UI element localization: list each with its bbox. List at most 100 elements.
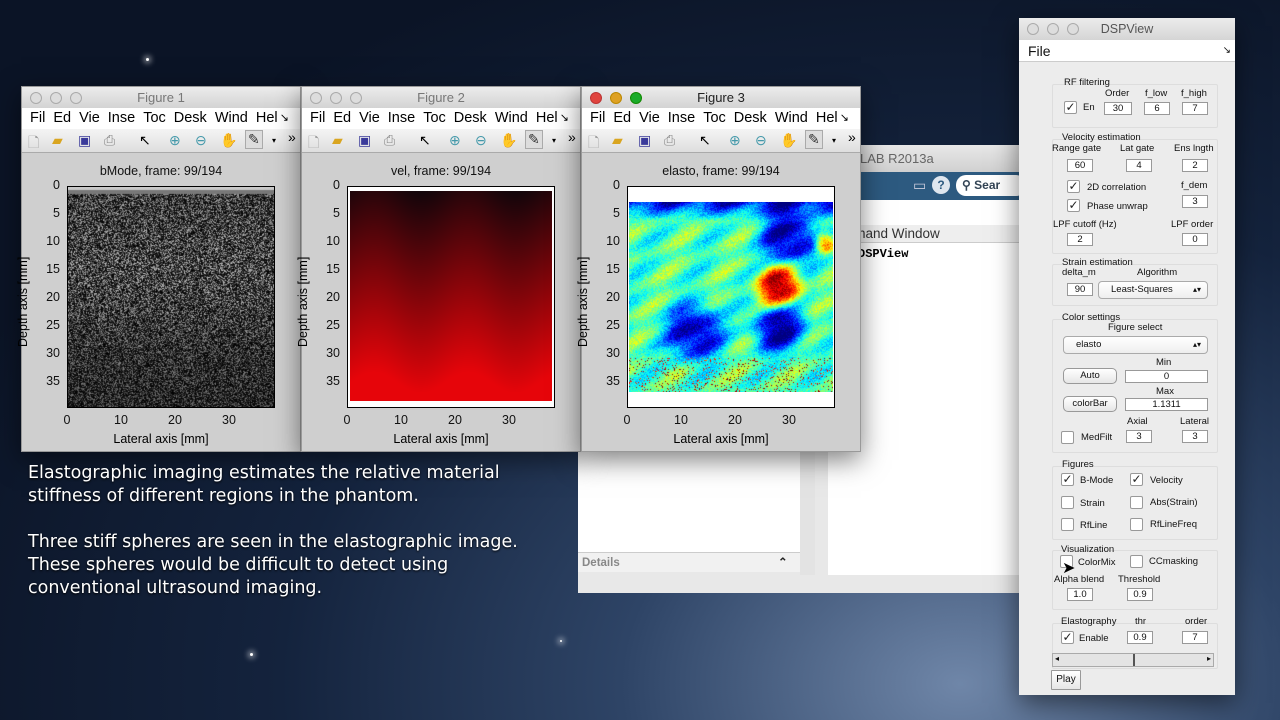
delta-m-input[interactable]: 90 [1067, 283, 1093, 296]
overflow-arrow-icon[interactable]: ↘ [280, 108, 289, 129]
figure-titlebar[interactable]: Figure 1 [22, 87, 300, 108]
menu-item[interactable]: Wind [215, 110, 248, 126]
algorithm-select[interactable]: Least-Squares ▴▾ [1098, 281, 1208, 299]
menu-item[interactable]: Vie [79, 110, 100, 126]
new-figure-icon[interactable]: 🗋 [308, 132, 319, 156]
lateral-input[interactable]: 3 [1182, 430, 1208, 443]
range-gate-input[interactable]: 60 [1067, 159, 1093, 172]
rflinefreq-checkbox[interactable] [1130, 518, 1143, 531]
pointer-icon[interactable]: ↖ [419, 132, 431, 149]
menu-item[interactable]: Ed [53, 110, 71, 126]
thr-input[interactable]: 0.9 [1127, 631, 1153, 644]
menu-item[interactable]: Ed [613, 110, 631, 126]
menu-item[interactable]: Desk [734, 110, 767, 126]
axial-input[interactable]: 3 [1126, 430, 1152, 443]
chevron-up-icon[interactable]: ⌃ [778, 553, 788, 573]
menu-item[interactable]: Fil [310, 110, 325, 126]
lat-gate-input[interactable]: 4 [1126, 159, 1152, 172]
pan-hand-icon[interactable]: ✋ [220, 132, 237, 149]
zoom-in-icon[interactable]: ⊕ [449, 132, 461, 149]
menu-item[interactable]: Vie [359, 110, 380, 126]
zoom-button[interactable] [350, 92, 362, 104]
close-button[interactable] [310, 92, 322, 104]
plot-axes[interactable] [627, 186, 835, 408]
strain-checkbox[interactable] [1061, 496, 1074, 509]
dropdown-arrow-icon[interactable]: ▾ [832, 136, 836, 145]
f-low-input[interactable]: 6 [1144, 102, 1170, 115]
zoom-button[interactable] [630, 92, 642, 104]
dspview-titlebar[interactable]: DSPView [1019, 18, 1235, 40]
slider-thumb[interactable] [1133, 654, 1135, 666]
print-icon[interactable]: ⎙ [664, 132, 675, 149]
save-icon[interactable]: ▣ [78, 132, 91, 149]
pan-hand-icon[interactable]: ✋ [780, 132, 797, 149]
save-icon[interactable]: ▣ [358, 132, 371, 149]
figure-titlebar[interactable]: Figure 3 [582, 87, 860, 108]
more-icon[interactable]: » [568, 129, 576, 145]
pointer-icon[interactable]: ↖ [699, 132, 711, 149]
close-button[interactable] [590, 92, 602, 104]
new-figure-icon[interactable]: 🗋 [588, 132, 599, 156]
menu-file[interactable]: File [1028, 43, 1051, 59]
overflow-arrow-icon[interactable]: ↘ [1223, 40, 1231, 62]
bmode-checkbox[interactable]: ✓ [1061, 473, 1074, 486]
threshold-input[interactable]: 0.9 [1127, 588, 1153, 601]
zoom-out-icon[interactable]: ⊖ [475, 132, 487, 149]
menu-item[interactable]: Ed [333, 110, 351, 126]
plot-axes[interactable] [67, 186, 275, 408]
auto-button[interactable]: Auto [1063, 368, 1117, 384]
pan-hand-icon[interactable]: ✋ [500, 132, 517, 149]
rf-order-input[interactable]: 30 [1104, 102, 1132, 115]
more-icon[interactable]: » [288, 129, 296, 145]
menu-item[interactable]: Toc [423, 110, 446, 126]
menu-item[interactable]: Fil [30, 110, 45, 126]
phase-unwrap-checkbox[interactable]: ✓ [1067, 199, 1080, 212]
open-icon[interactable]: ▰ [52, 132, 63, 149]
close-button[interactable] [1027, 23, 1039, 35]
menu-item[interactable]: Desk [174, 110, 207, 126]
menu-item[interactable]: Fil [590, 110, 605, 126]
menu-item[interactable]: Toc [143, 110, 166, 126]
open-icon[interactable]: ▰ [612, 132, 623, 149]
play-button[interactable]: Play [1051, 670, 1081, 690]
menu-item[interactable]: Inse [388, 110, 415, 126]
zoom-in-icon[interactable]: ⊕ [169, 132, 181, 149]
help-icon[interactable]: ? [932, 176, 950, 194]
min-input[interactable]: 0 [1125, 370, 1208, 383]
window-icon[interactable]: ▭ [913, 177, 926, 194]
brush-icon[interactable]: ✎ [525, 130, 543, 149]
lpf-order-input[interactable]: 0 [1182, 233, 1208, 246]
elasto-order-input[interactable]: 7 [1182, 631, 1208, 644]
alpha-blend-input[interactable]: 1.0 [1067, 588, 1093, 601]
plot-axes[interactable] [347, 186, 555, 408]
new-figure-icon[interactable]: 🗋 [28, 132, 39, 156]
menu-item[interactable]: Inse [668, 110, 695, 126]
f-dem-input[interactable]: 3 [1182, 195, 1208, 208]
search-box[interactable]: ⚲ Sear [956, 175, 1026, 196]
zoom-out-icon[interactable]: ⊖ [755, 132, 767, 149]
minimize-button[interactable] [50, 92, 62, 104]
slider-left-arrow-icon[interactable]: ◂ [1055, 654, 1059, 663]
brush-icon[interactable]: ✎ [805, 130, 823, 149]
open-icon[interactable]: ▰ [332, 132, 343, 149]
menu-item[interactable]: Toc [703, 110, 726, 126]
menu-item[interactable]: Hel [536, 110, 558, 126]
max-input[interactable]: 1.1311 [1125, 398, 1208, 411]
details-bar[interactable]: Details ⌃ [578, 552, 800, 572]
minimize-button[interactable] [330, 92, 342, 104]
rf-enable-checkbox[interactable]: ✓ [1064, 101, 1077, 114]
save-icon[interactable]: ▣ [638, 132, 651, 149]
colorbar-button[interactable]: colorBar [1063, 396, 1117, 412]
minimize-button[interactable] [610, 92, 622, 104]
menu-item[interactable]: Desk [454, 110, 487, 126]
ens-length-input[interactable]: 2 [1182, 159, 1208, 172]
menu-item[interactable]: Wind [495, 110, 528, 126]
2d-correlation-checkbox[interactable]: ✓ [1067, 180, 1080, 193]
brush-icon[interactable]: ✎ [245, 130, 263, 149]
zoom-out-icon[interactable]: ⊖ [195, 132, 207, 149]
zoom-button[interactable] [70, 92, 82, 104]
close-button[interactable] [30, 92, 42, 104]
elasto-enable-checkbox[interactable]: ✓ [1061, 631, 1074, 644]
pointer-icon[interactable]: ↖ [139, 132, 151, 149]
menu-item[interactable]: Inse [108, 110, 135, 126]
